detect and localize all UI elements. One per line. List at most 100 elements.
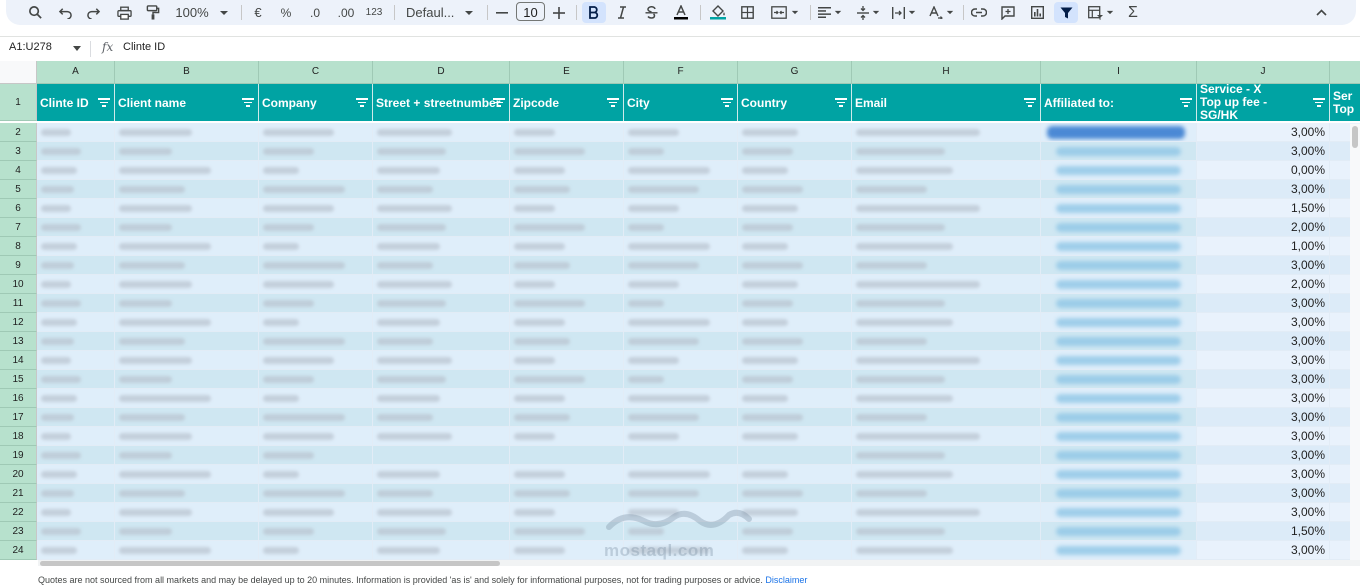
cell-c[interactable] — [259, 123, 373, 142]
cell-a[interactable] — [37, 256, 115, 275]
row-header[interactable]: 15 — [0, 370, 37, 389]
cell-d[interactable] — [373, 161, 510, 180]
cell-i[interactable] — [1041, 370, 1197, 389]
filter-icon[interactable] — [1313, 98, 1325, 108]
cell-a[interactable] — [37, 332, 115, 351]
cell-d[interactable] — [373, 294, 510, 313]
cell-h[interactable] — [852, 123, 1041, 142]
cell-a[interactable] — [37, 370, 115, 389]
header-cell-c[interactable]: Company — [259, 84, 373, 121]
filter-icon[interactable] — [242, 98, 254, 108]
cell-a[interactable] — [37, 237, 115, 256]
cell-h[interactable] — [852, 503, 1041, 522]
cell-d[interactable] — [373, 123, 510, 142]
cell-a[interactable] — [37, 123, 115, 142]
cell-e[interactable] — [510, 218, 624, 237]
cell-c[interactable] — [259, 237, 373, 256]
cell-b[interactable] — [115, 408, 259, 427]
cell-i[interactable] — [1041, 123, 1197, 142]
percent-format-button[interactable]: % — [275, 2, 297, 23]
cell-g[interactable] — [738, 484, 852, 503]
filter-icon[interactable] — [98, 98, 110, 108]
row-header[interactable]: 4 — [0, 161, 37, 180]
cell-d[interactable] — [373, 541, 510, 560]
cell-c[interactable] — [259, 351, 373, 370]
cell-b[interactable] — [115, 332, 259, 351]
row-header[interactable]: 20 — [0, 465, 37, 484]
cell-d[interactable] — [373, 275, 510, 294]
print-icon[interactable] — [113, 2, 135, 23]
cell-b[interactable] — [115, 161, 259, 180]
cell-j[interactable]: 3,00% — [1197, 370, 1330, 389]
cell-a[interactable] — [37, 484, 115, 503]
cell-a[interactable] — [37, 199, 115, 218]
cell-g[interactable] — [738, 408, 852, 427]
cell-g[interactable] — [738, 465, 852, 484]
cell-j[interactable]: 3,00% — [1197, 123, 1330, 142]
cell-i[interactable] — [1041, 484, 1197, 503]
header-cell-j[interactable]: Service - X Top up fee - SG/HK — [1197, 84, 1330, 121]
cell-a[interactable] — [37, 465, 115, 484]
cell-d[interactable] — [373, 427, 510, 446]
cell-j[interactable]: 1,50% — [1197, 522, 1330, 541]
cell-j[interactable]: 3,00% — [1197, 389, 1330, 408]
fill-color-icon[interactable] — [706, 2, 730, 23]
cell-d[interactable] — [373, 503, 510, 522]
cell-e[interactable] — [510, 484, 624, 503]
cell-c[interactable] — [259, 199, 373, 218]
cell-f[interactable] — [624, 313, 738, 332]
functions-icon[interactable]: Σ — [1123, 2, 1143, 23]
cell-c[interactable] — [259, 275, 373, 294]
cell-j[interactable]: 3,00% — [1197, 332, 1330, 351]
insert-comment-icon[interactable] — [997, 2, 1019, 23]
font-family-select[interactable]: Defaul... — [402, 2, 484, 23]
chevron-down-icon[interactable] — [73, 46, 81, 51]
row-header[interactable]: 2 — [0, 123, 37, 142]
cell-f[interactable] — [624, 446, 738, 465]
cell-i[interactable] — [1041, 541, 1197, 560]
cell-e[interactable] — [510, 370, 624, 389]
cell-f[interactable] — [624, 237, 738, 256]
cell-b[interactable] — [115, 370, 259, 389]
cell-i[interactable] — [1041, 237, 1197, 256]
column-header-c[interactable]: C — [259, 61, 373, 84]
cell-e[interactable] — [510, 427, 624, 446]
cell-h[interactable] — [852, 142, 1041, 161]
cell-a[interactable] — [37, 389, 115, 408]
cell-i[interactable] — [1041, 142, 1197, 161]
row-header[interactable]: 9 — [0, 256, 37, 275]
header-cell-b[interactable]: Client name — [115, 84, 259, 121]
cell-b[interactable] — [115, 427, 259, 446]
header-cell-k[interactable]: Ser Top — [1330, 84, 1360, 121]
cell-e[interactable] — [510, 161, 624, 180]
cell-b[interactable] — [115, 522, 259, 541]
filter-views-select[interactable] — [1084, 2, 1118, 23]
spreadsheet-grid[interactable]: A B C D E F G H I J 1 Clinte ID Client name Company St… — [0, 61, 1360, 560]
cell-d[interactable] — [373, 370, 510, 389]
cell-j[interactable]: 2,00% — [1197, 218, 1330, 237]
cell-i[interactable] — [1041, 332, 1197, 351]
row-header[interactable]: 11 — [0, 294, 37, 313]
cell-h[interactable] — [852, 446, 1041, 465]
cell-j[interactable]: 1,00% — [1197, 237, 1330, 256]
cell-h[interactable] — [852, 237, 1041, 256]
cell-d[interactable] — [373, 522, 510, 541]
cell-i[interactable] — [1041, 446, 1197, 465]
filter-icon[interactable] — [607, 98, 619, 108]
cell-h[interactable] — [852, 522, 1041, 541]
cell-f[interactable] — [624, 370, 738, 389]
cell-f[interactable] — [624, 427, 738, 446]
increase-decimal-button[interactable]: .00 — [333, 2, 359, 23]
bold-icon[interactable] — [582, 2, 606, 23]
cell-g[interactable] — [738, 446, 852, 465]
cell-h[interactable] — [852, 484, 1041, 503]
cell-d[interactable] — [373, 446, 510, 465]
row-header[interactable]: 8 — [0, 237, 37, 256]
cell-e[interactable] — [510, 256, 624, 275]
cell-j[interactable]: 3,00% — [1197, 541, 1330, 560]
cell-c[interactable] — [259, 256, 373, 275]
cell-b[interactable] — [115, 180, 259, 199]
header-cell-g[interactable]: Country — [738, 84, 852, 121]
cell-h[interactable] — [852, 389, 1041, 408]
cell-c[interactable] — [259, 313, 373, 332]
